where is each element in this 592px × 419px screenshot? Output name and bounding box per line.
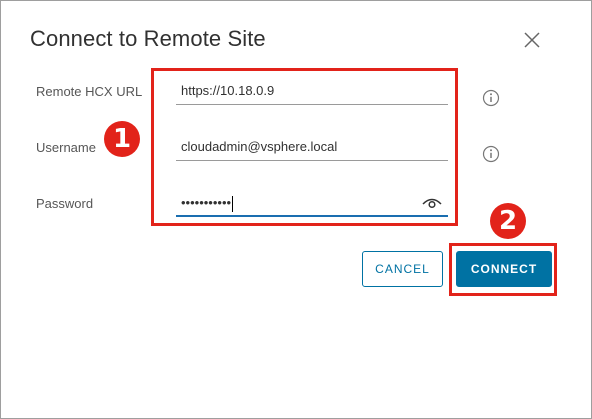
username-label: Username [36,140,96,155]
close-icon[interactable] [520,28,544,52]
cancel-button[interactable]: CANCEL [362,251,443,287]
info-icon[interactable] [482,145,500,163]
annotation-box-connect [449,243,557,296]
dialog-title: Connect to Remote Site [30,26,266,51]
annotation-box-fields [151,68,458,226]
info-icon[interactable] [482,89,500,107]
password-label: Password [36,196,94,211]
annotation-badge-1: 1 [104,121,140,157]
remote-url-label: Remote HCX URL [36,84,143,99]
annotation-badge-2: 2 [490,203,526,239]
